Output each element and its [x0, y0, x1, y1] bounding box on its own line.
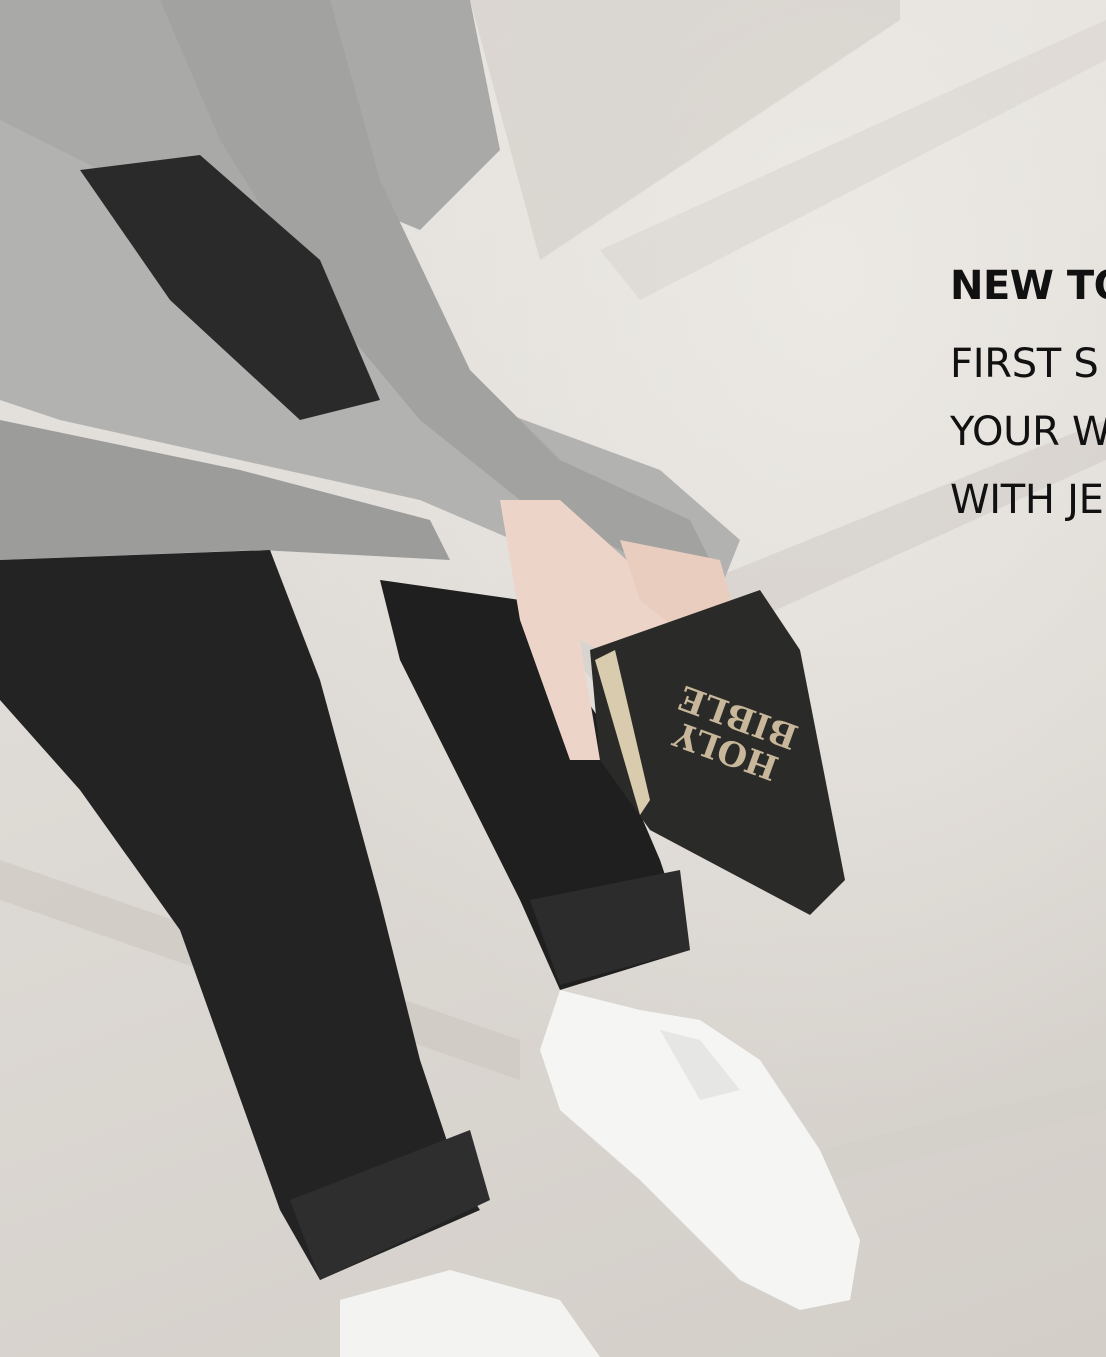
- hero-tagline: FIRST S YOUR W WITH JE: [950, 330, 1106, 534]
- hero-tagline-line-2: YOUR W: [950, 409, 1106, 455]
- hero-text-block: NEW TO FIRST S YOUR W WITH JE: [950, 262, 1106, 534]
- hero-photo: HOLY BIBLE: [0, 0, 1106, 1357]
- hero-tagline-line-1: FIRST S: [950, 341, 1099, 387]
- hero-section: HOLY BIBLE NEW TO FIRST S YOUR W WITH JE: [0, 0, 1106, 1357]
- hero-tagline-line-3: WITH JE: [950, 477, 1104, 523]
- hero-heading: NEW TO: [950, 263, 1106, 309]
